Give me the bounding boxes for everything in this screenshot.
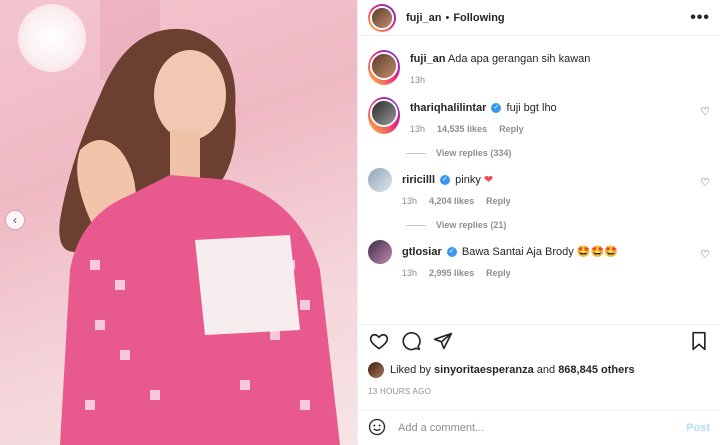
comment-text: Bawa Santai Aja Brody: [461, 246, 574, 258]
likes-summary: Liked by sinyoritaesperanza and 868,845 …: [368, 362, 710, 378]
comment-likes[interactable]: 2,995 likes: [429, 268, 474, 278]
likes-prefix: Liked by: [390, 364, 431, 376]
view-replies-button[interactable]: View replies (334): [406, 148, 710, 158]
comment-text: pinky: [455, 174, 481, 186]
heart-icon[interactable]: ♡: [700, 248, 710, 261]
comment-time: 13h: [402, 196, 418, 206]
comment-input[interactable]: [398, 422, 687, 434]
verified-icon: ✓: [491, 103, 502, 114]
avatar: [372, 7, 392, 28]
verified-icon: ✓: [446, 247, 457, 258]
post-viewer: ‹ fuji_an • Following ••• fuji_an Ada ap…: [0, 0, 720, 445]
heart-emoji: ❤: [483, 174, 494, 186]
send-icon[interactable]: [432, 330, 454, 352]
verified-icon: ✓: [440, 175, 451, 186]
post-timestamp[interactable]: 13 HOURS AGO: [368, 387, 710, 396]
likes-count[interactable]: 868,845 others: [558, 364, 634, 376]
post-photo: ‹: [0, 0, 357, 445]
caption-text: Ada apa gerangan sih kawan: [447, 53, 591, 65]
comment-username[interactable]: gtlosiar: [402, 246, 442, 258]
avatar[interactable]: [368, 362, 384, 378]
following-button[interactable]: Following: [453, 12, 504, 24]
comment-item: thariqhalilintar ✓ fuji bgt lho 13h 14,5…: [368, 97, 710, 134]
photo-illustration: [59, 28, 340, 445]
add-comment-bar: Post: [358, 410, 720, 445]
author-avatar-ring[interactable]: [368, 3, 396, 32]
post-details-panel: fuji_an • Following ••• fuji_an Ada apa …: [357, 0, 720, 445]
post-header: fuji_an • Following •••: [358, 0, 720, 36]
comments-list: fuji_an Ada apa gerangan sih kawan 13h t…: [358, 42, 720, 324]
comment-username[interactable]: thariqhalilintar: [410, 102, 486, 114]
header-separator: •: [445, 11, 450, 24]
likes-middle: and: [536, 364, 556, 376]
chevron-left-icon[interactable]: ‹: [6, 211, 24, 229]
comment-item: riricilll ✓ pinky ❤ 13h 4,204 likes Repl…: [368, 168, 710, 206]
comment-time: 13h: [410, 124, 426, 134]
comment-likes[interactable]: 14,535 likes: [437, 124, 487, 134]
more-horizontal-icon[interactable]: •••: [690, 9, 710, 27]
view-replies-button[interactable]: View replies (21): [406, 220, 710, 230]
comment-username[interactable]: riricilll: [402, 174, 435, 186]
avatar[interactable]: [368, 240, 392, 264]
avatar[interactable]: [372, 54, 396, 78]
post-actions: Liked by sinyoritaesperanza and 868,845 …: [358, 324, 720, 410]
avatar[interactable]: [368, 168, 392, 192]
heart-icon[interactable]: ♡: [700, 176, 710, 189]
emoji-icon[interactable]: [368, 418, 386, 439]
comment-text: fuji bgt lho: [506, 102, 557, 114]
comment-icon[interactable]: [400, 330, 422, 352]
heart-icon[interactable]: [368, 330, 390, 352]
likes-user[interactable]: sinyoritaesperanza: [434, 364, 534, 376]
reply-button[interactable]: Reply: [499, 124, 524, 134]
caption-username[interactable]: fuji_an: [410, 53, 445, 65]
comment-item: gtlosiar ✓ Bawa Santai Aja Brody 🤩🤩🤩 13h…: [368, 240, 710, 278]
view-replies-label: View replies (21): [436, 220, 507, 230]
author-username[interactable]: fuji_an: [406, 12, 441, 24]
caption-time: 13h: [410, 75, 426, 85]
post-button[interactable]: Post: [686, 422, 710, 434]
comment-time: 13h: [402, 268, 418, 278]
caption: fuji_an Ada apa gerangan sih kawan 13h: [368, 50, 710, 85]
reply-button[interactable]: Reply: [486, 268, 511, 278]
bookmark-icon[interactable]: [688, 330, 710, 352]
avatar[interactable]: [372, 101, 396, 125]
view-replies-label: View replies (334): [436, 148, 512, 158]
heart-icon[interactable]: ♡: [700, 105, 710, 118]
comment-likes[interactable]: 4,204 likes: [429, 196, 474, 206]
reply-button[interactable]: Reply: [486, 196, 511, 206]
star-struck-emoji: 🤩🤩🤩: [576, 246, 618, 258]
